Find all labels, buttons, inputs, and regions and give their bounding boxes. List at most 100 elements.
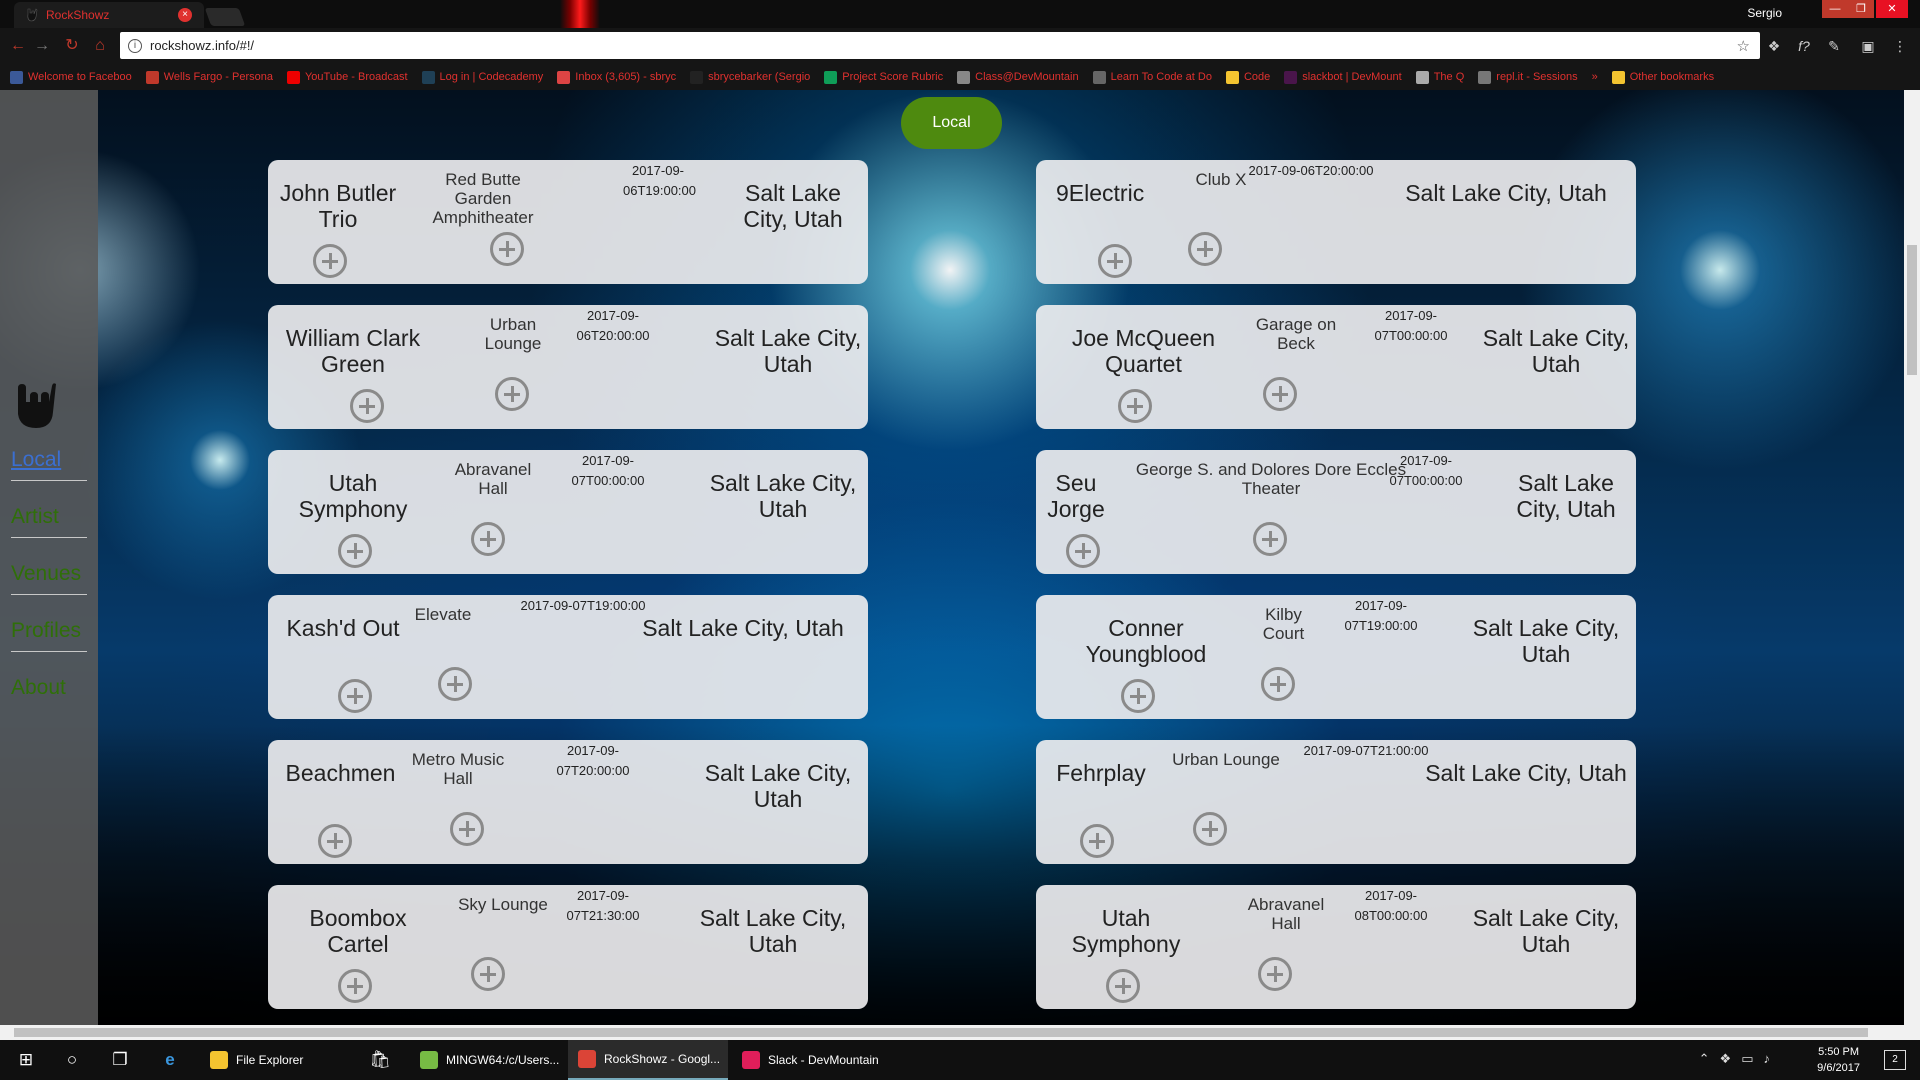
taskbar-app-label: Slack - DevMountain	[768, 1053, 879, 1067]
store-icon[interactable]: 🛍	[368, 1048, 392, 1072]
taskbar-app-slack[interactable]: Slack - DevMountain	[732, 1040, 884, 1080]
add-venue-plus-icon[interactable]	[1263, 377, 1297, 411]
url-text[interactable]: rockshowz.info/#!/	[150, 38, 254, 53]
bookmark-item[interactable]: sbrycebarker (Sergio	[690, 70, 810, 84]
taskbar-app-chrome[interactable]: RockShowz - Googl...	[568, 1040, 728, 1080]
minimize-icon[interactable]: —	[1822, 0, 1848, 18]
local-button[interactable]: Local	[901, 97, 1002, 149]
bookmark-item[interactable]: The Q	[1415, 70, 1464, 84]
horizontal-scrollbar[interactable]	[0, 1025, 1920, 1040]
add-venue-plus-icon[interactable]	[490, 232, 524, 266]
add-venue-plus-icon[interactable]	[471, 522, 505, 556]
add-artist-plus-icon[interactable]	[338, 534, 372, 568]
event-city: Salt Lake City, Utah	[1472, 905, 1620, 957]
dropbox-extension-icon[interactable]: ❖	[1764, 36, 1784, 56]
sidebar-item-local[interactable]: Local	[11, 448, 61, 472]
browser-toolbar: ← → ↻ ⌂ i rockshowz.info/#!/ ☆ ❖ f? ✎ ▣ …	[0, 28, 1920, 64]
add-venue-plus-icon[interactable]	[471, 957, 505, 991]
clock[interactable]: 5:50 PM 9/6/2017	[1817, 1044, 1860, 1076]
forward-arrow-icon[interactable]: →	[32, 36, 52, 56]
bookmark-item[interactable]: repl.it - Sessions	[1478, 70, 1578, 84]
add-venue-plus-icon[interactable]	[1188, 232, 1222, 266]
new-tab-button[interactable]	[204, 8, 246, 26]
sidebar: Local Artist Venues Profiles About	[0, 90, 98, 1025]
add-artist-plus-icon[interactable]	[350, 389, 384, 423]
bookmark-item[interactable]: Log in | Codecademy	[421, 70, 544, 84]
taskbar-app-file-explorer[interactable]: File Explorer	[200, 1040, 365, 1080]
maximize-icon[interactable]: ❐	[1848, 0, 1874, 18]
add-venue-plus-icon[interactable]	[450, 812, 484, 846]
horizontal-scroll-thumb[interactable]	[14, 1028, 1868, 1037]
vertical-scroll-thumb[interactable]	[1907, 245, 1917, 375]
add-artist-plus-icon[interactable]	[1121, 679, 1155, 713]
tab-title: RockShowz	[46, 8, 110, 22]
add-artist-plus-icon[interactable]	[313, 244, 347, 278]
add-artist-plus-icon[interactable]	[318, 824, 352, 858]
eyedropper-extension-icon[interactable]: ✎	[1824, 36, 1844, 56]
cortana-search-icon[interactable]: ○	[60, 1048, 84, 1072]
bookmark-item[interactable]: Welcome to Faceboo	[10, 70, 132, 84]
background-decoration	[560, 0, 600, 28]
add-artist-plus-icon[interactable]	[338, 679, 372, 713]
site-info-icon[interactable]: i	[128, 38, 142, 53]
bookmark-item[interactable]: Learn To Code at Do	[1092, 70, 1212, 84]
event-card: Fehrplay Urban Lounge 2017-09-07T21:00:00 S…	[1036, 740, 1636, 864]
window-close-icon[interactable]: ✕	[1876, 0, 1908, 18]
address-bar[interactable]: i rockshowz.info/#!/ ☆	[120, 32, 1760, 59]
sidebar-item-profiles[interactable]: Profiles	[11, 619, 81, 643]
windows-start-icon[interactable]: ⊞	[14, 1048, 38, 1072]
clock-time: 5:50 PM	[1818, 1046, 1860, 1058]
event-artist: Utah Symphony	[1071, 905, 1181, 957]
sidebar-item-artist[interactable]: Artist	[11, 505, 59, 529]
network-icon[interactable]: ▭	[1741, 1051, 1753, 1067]
bookmark-item[interactable]: Wells Fargo - Persona	[145, 70, 273, 84]
add-artist-plus-icon[interactable]	[1118, 389, 1152, 423]
taskbar-app-label: File Explorer	[236, 1053, 304, 1067]
add-venue-plus-icon[interactable]	[1193, 812, 1227, 846]
taskbar-app-mingw64[interactable]: MINGW64:/c/Users...	[410, 1040, 565, 1080]
edge-browser-icon[interactable]: e	[158, 1048, 182, 1072]
event-date: 2017-09-07T21:30:00	[566, 888, 640, 923]
add-venue-plus-icon[interactable]	[1253, 522, 1287, 556]
add-venue-plus-icon[interactable]	[495, 377, 529, 411]
chrome-menu-icon[interactable]: ⋮	[1890, 36, 1910, 56]
add-venue-plus-icon[interactable]	[1261, 667, 1295, 701]
add-venue-plus-icon[interactable]	[438, 667, 472, 701]
web-page: Local John Butler Trio Red Butte Garden A…	[0, 90, 1920, 1025]
extension-icon[interactable]: ▣	[1858, 36, 1878, 56]
add-artist-plus-icon[interactable]	[1066, 534, 1100, 568]
browser-tab[interactable]: RockShowz ×	[14, 2, 204, 28]
home-icon[interactable]: ⌂	[90, 36, 110, 56]
bookmark-item[interactable]: Code	[1225, 70, 1270, 84]
font-extension-icon[interactable]: f?	[1794, 36, 1814, 56]
task-view-icon[interactable]: ❐	[108, 1048, 132, 1072]
bookmark-item[interactable]: Project Score Rubric	[824, 70, 943, 84]
bookmark-favicon-icon	[1225, 70, 1239, 84]
add-venue-plus-icon[interactable]	[1258, 957, 1292, 991]
bookmark-item[interactable]: Inbox (3,605) - sbryc	[557, 70, 676, 84]
tab-close-icon[interactable]: ×	[178, 8, 192, 22]
dropbox-tray-icon[interactable]: ❖	[1720, 1051, 1732, 1067]
bookmark-item[interactable]: YouTube - Broadcast	[286, 70, 408, 84]
bookmark-star-icon[interactable]: ☆	[1737, 37, 1750, 55]
event-artist: Fehrplay	[1056, 760, 1146, 786]
sidebar-item-about[interactable]: About	[11, 676, 66, 700]
action-center-icon[interactable]: 2	[1884, 1050, 1906, 1070]
bookmark-item[interactable]: »	[1592, 71, 1598, 83]
add-artist-plus-icon[interactable]	[338, 969, 372, 1003]
add-artist-plus-icon[interactable]	[1106, 969, 1140, 1003]
reload-icon[interactable]: ↻	[62, 36, 82, 56]
back-arrow-icon[interactable]: ←	[8, 36, 28, 56]
event-card: Utah Symphony Abravanel Hall 2017-09-08T00…	[1036, 885, 1636, 1009]
bookmark-item[interactable]: slackbot | DevMount	[1284, 70, 1402, 84]
profile-name[interactable]: Sergio	[1747, 6, 1782, 20]
volume-icon[interactable]: ♪	[1764, 1051, 1771, 1067]
bookmark-item[interactable]: Class@DevMountain	[957, 70, 1079, 84]
bookmark-item[interactable]: Other bookmarks	[1611, 70, 1714, 84]
add-artist-plus-icon[interactable]	[1080, 824, 1114, 858]
add-artist-plus-icon[interactable]	[1098, 244, 1132, 278]
show-hidden-icons-icon[interactable]: ⌃	[1699, 1051, 1710, 1067]
vertical-scrollbar[interactable]	[1904, 90, 1920, 1025]
bookmark-label: Log in | Codecademy	[439, 71, 544, 83]
sidebar-item-venues[interactable]: Venues	[11, 562, 81, 586]
